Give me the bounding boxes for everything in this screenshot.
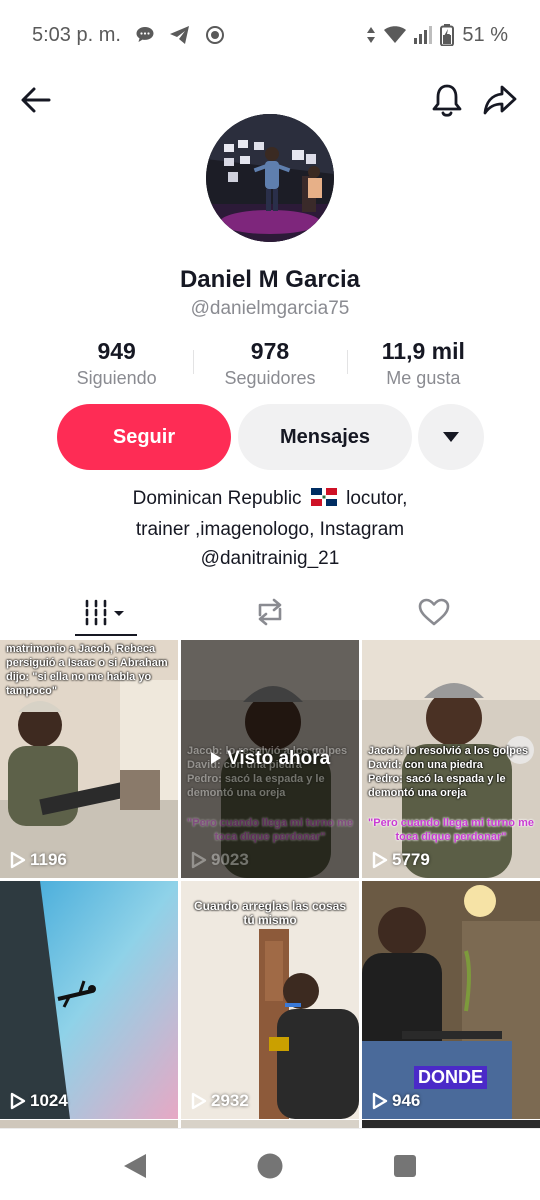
system-home-button[interactable]	[253, 1149, 287, 1183]
messages-button[interactable]: Mensajes	[238, 404, 412, 470]
bio-line: trainer ,imagenologo, Instagram	[135, 519, 405, 540]
system-navigation-bar	[0, 1128, 540, 1200]
stat-value: 949	[97, 338, 136, 364]
back-button[interactable]	[14, 78, 58, 122]
view-count: 9023	[211, 850, 249, 869]
record-icon	[205, 25, 225, 45]
play-small-icon	[210, 752, 221, 764]
avatar[interactable]	[206, 114, 334, 242]
grid-icon	[85, 599, 124, 626]
video-view-count: 9023	[191, 850, 249, 870]
data-arrows-icon	[366, 25, 376, 45]
play-icon	[372, 851, 388, 869]
stat-following[interactable]: 949 Siguiendo	[40, 338, 193, 394]
message-bubble-icon	[135, 25, 155, 45]
view-count: 1196	[30, 850, 67, 869]
status-bar: 5:03 p. m. 51 %	[0, 0, 540, 70]
battery-percent: 51 %	[462, 23, 508, 46]
share-icon	[483, 85, 517, 115]
stat-label: Siguiendo	[76, 368, 157, 388]
notifications-button[interactable]	[425, 78, 469, 122]
dominican-flag-icon	[310, 486, 337, 515]
caret-down-icon	[443, 432, 459, 442]
wifi-icon	[384, 26, 407, 44]
play-icon	[10, 1092, 26, 1110]
circle-home-icon	[257, 1153, 283, 1179]
profile-name: Daniel M Garcia	[179, 266, 361, 293]
more-options-button[interactable]	[418, 404, 484, 470]
play-icon	[191, 1092, 207, 1110]
stat-value: 11,9 mil	[381, 338, 465, 364]
bio-line: locutor,	[346, 488, 408, 509]
stat-value: 978	[250, 338, 290, 364]
play-icon	[372, 1092, 388, 1110]
video-caption-pink: "Pero cuando llega mi turno me toca diqu…	[187, 817, 353, 843]
play-icon	[10, 851, 26, 869]
repost-icon	[258, 598, 282, 626]
video-thumbnail-2[interactable]: Jacob: lo resolvió a los golpes David: c…	[181, 640, 359, 878]
profile-actions: Seguir Mensajes	[57, 404, 487, 470]
bell-icon	[432, 84, 462, 117]
video-caption-pink: "Pero cuando llega mi turno me toca diqu…	[368, 817, 534, 843]
back-arrow-icon	[21, 87, 51, 113]
video-thumbnail-5[interactable]: Cuando arreglas las cosas tú mismo 2932	[181, 881, 359, 1119]
stat-label: Seguidores	[224, 368, 316, 388]
view-count: 2932	[211, 1091, 249, 1110]
profile-handle: @danielmgarcia75	[190, 298, 350, 319]
video-thumbnail-6[interactable]: DONDE 946	[362, 881, 540, 1119]
share-button[interactable]	[478, 78, 522, 122]
stat-likes[interactable]: 11,9 mil Me gusta	[346, 338, 500, 394]
video-caption: matrimonio a Jacob, Rebeca persiguió a I…	[6, 643, 168, 697]
heart-icon	[418, 598, 450, 626]
video-grid: matrimonio a Jacob, Rebeca persiguió a I…	[0, 640, 540, 1122]
bio-link[interactable]: @danitrainig_21	[40, 544, 500, 573]
view-count: 946	[392, 1091, 421, 1110]
signal-icon	[414, 26, 433, 44]
battery-charging-icon	[440, 24, 455, 46]
video-thumbnail-3[interactable]: Jacob: lo resolvió a los golpes David: c…	[362, 640, 540, 878]
active-tab-indicator	[75, 634, 137, 636]
view-count: 1024	[30, 1091, 68, 1110]
profile-stats: 949 Siguiendo 978 Seguidores 11,9 mil Me…	[40, 338, 500, 394]
video-thumbnail-4[interactable]: 1024	[0, 881, 178, 1119]
seen-badge: Visto ahora	[181, 748, 359, 770]
tab-reposts[interactable]	[180, 588, 360, 636]
avatar-photo	[206, 114, 334, 242]
video-sticker: DONDE	[414, 1066, 488, 1089]
tab-videos[interactable]	[16, 588, 196, 636]
video-view-count: 1024	[10, 1091, 68, 1111]
video-grid-next-row	[0, 1120, 540, 1128]
profile-tabs	[0, 588, 540, 640]
status-time: 5:03 p. m.	[32, 23, 121, 46]
view-count: 5779	[392, 850, 430, 869]
square-recents-icon	[394, 1155, 416, 1177]
seen-label: Visto ahora	[227, 748, 331, 769]
stat-followers[interactable]: 978 Seguidores	[193, 338, 346, 394]
video-thumbnail-image	[0, 881, 178, 1119]
video-caption: Jacob: lo resolvió a los golpes David: c…	[368, 745, 529, 799]
stat-label: Me gusta	[386, 368, 461, 388]
system-recents-button[interactable]	[388, 1149, 422, 1183]
video-caption: Cuando arreglas las cosas tú mismo	[193, 899, 347, 927]
video-thumbnail-1[interactable]: matrimonio a Jacob, Rebeca persiguió a I…	[0, 640, 178, 878]
telegram-icon	[169, 25, 191, 45]
bio-line: Dominican Republic	[132, 488, 302, 509]
play-icon	[191, 851, 207, 869]
video-view-count: 5779	[372, 850, 430, 870]
video-view-count: 2932	[191, 1091, 249, 1111]
tab-liked[interactable]	[344, 588, 524, 636]
profile-bio: Dominican Republic locutor, trainer ,ima…	[40, 484, 500, 573]
system-back-button[interactable]	[118, 1149, 152, 1183]
triangle-back-icon	[124, 1154, 146, 1178]
video-view-count: 946	[372, 1091, 420, 1111]
video-view-count: 1196	[10, 850, 67, 870]
follow-button[interactable]: Seguir	[57, 404, 231, 470]
